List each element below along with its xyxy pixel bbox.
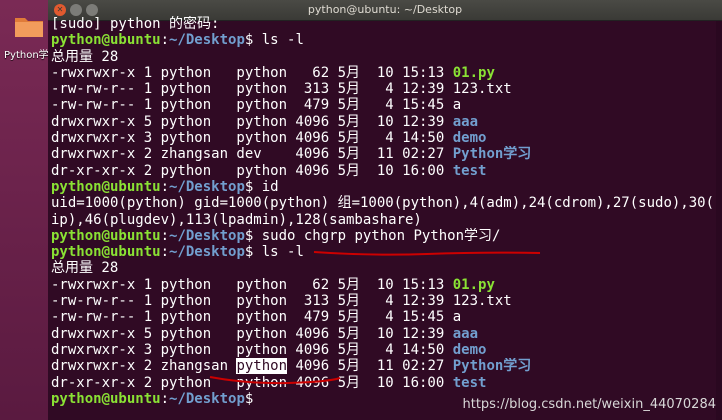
- terminal-text: aaa: [452, 113, 479, 130]
- terminal-text: python@ubuntu: [51, 178, 161, 195]
- terminal-text: 4096 5月 11 02:27: [287, 358, 453, 375]
- terminal-line: -rw-rw-r-- 1 python python 313 5月 4 12:3…: [51, 293, 722, 309]
- terminal-text: drwxrwxr-x 5 python python 4096 5月 10 12…: [51, 325, 453, 342]
- terminal-text: ~/Desktop: [169, 390, 245, 407]
- terminal-text: 总用量 28: [51, 48, 119, 65]
- terminal-text: -rw-rw-r-- 1 python python 313 5月 4 12:3…: [51, 81, 512, 98]
- folder-icon[interactable]: [14, 14, 44, 38]
- terminal-text: demo: [452, 341, 487, 358]
- terminal-text: dr-xr-xr-x 2 python python 4096 5月 10 16…: [51, 162, 453, 179]
- terminal-text: drwxrwxr-x 2 zhangsan: [51, 358, 237, 375]
- terminal-line: python@ubuntu:~/Desktop$ ls -l: [51, 32, 722, 48]
- terminal-text: $ id: [244, 178, 279, 195]
- terminal-text: :: [160, 178, 170, 195]
- terminal-text: $ ls -l: [244, 32, 304, 49]
- desktop-folder-label[interactable]: Python学习: [4, 46, 48, 61]
- window-title: python@ubuntu: ~/Desktop: [307, 3, 463, 16]
- terminal-line: -rwxrwxr-x 1 python python 62 5月 10 15:1…: [51, 277, 722, 293]
- terminal-text: 总用量 28: [51, 260, 119, 277]
- terminal-line: [sudo] python 的密码:: [51, 16, 722, 32]
- terminal-text: drwxrwxr-x 2 zhangsan dev 4096 5月 11 02:…: [51, 146, 453, 163]
- terminal-text: $ ls -l: [244, 244, 304, 261]
- terminal-text: drwxrwxr-x 5 python python 4096 5月 10 12…: [51, 113, 453, 130]
- terminal-line: python@ubuntu:~/Desktop$ id: [51, 179, 722, 195]
- terminal-text: $: [244, 390, 262, 407]
- terminal-line: dr-xr-xr-x 2 python python 4096 5月 10 16…: [51, 163, 722, 179]
- terminal-line: drwxrwxr-x 2 zhangsan dev 4096 5月 11 02:…: [51, 146, 722, 162]
- terminal-line: dr-xr-xr-x 2 python python 4096 5月 10 16…: [51, 375, 722, 391]
- terminal-text: -rw-rw-r-- 1 python python 479 5月 4 15:4…: [51, 97, 462, 114]
- terminal-text: 01.py: [452, 276, 495, 293]
- terminal-text: python: [236, 358, 288, 375]
- terminal-text: python@ubuntu: [51, 227, 161, 244]
- terminal-line: drwxrwxr-x 5 python python 4096 5月 10 12…: [51, 114, 722, 130]
- terminal-text: :: [160, 244, 170, 261]
- terminal-text: Python学习: [452, 146, 532, 163]
- annotation-underline-chgrp: [313, 251, 541, 256]
- terminal-text: -rwxrwxr-x 1 python python 62 5月 10 15:1…: [51, 64, 453, 81]
- terminal-line: ip),46(plugdev),113(lpadmin),128(sambash…: [51, 212, 722, 228]
- terminal-text: ~/Desktop: [169, 227, 245, 244]
- terminal-line: drwxrwxr-x 5 python python 4096 5月 10 12…: [51, 326, 722, 342]
- desktop-background: Python学习: [0, 0, 48, 420]
- terminal-line: -rw-rw-r-- 1 python python 479 5月 4 15:4…: [51, 97, 722, 113]
- terminal-text: ~/Desktop: [169, 178, 245, 195]
- watermark: https://blog.csdn.net/weixin_44070284: [462, 397, 716, 412]
- terminal-line: drwxrwxr-x 2 zhangsan python 4096 5月 11 …: [51, 358, 722, 375]
- terminal-text: test: [452, 374, 487, 391]
- terminal-text: -rw-rw-r-- 1 python python 479 5月 4 15:4…: [51, 309, 462, 326]
- terminal-line: drwxrwxr-x 3 python python 4096 5月 4 14:…: [51, 130, 722, 146]
- terminal-text: python@ubuntu: [51, 390, 161, 407]
- terminal-line: uid=1000(python) gid=1000(python) 组=1000…: [51, 195, 722, 211]
- terminal-text: test: [452, 162, 487, 179]
- terminal-text: uid=1000(python) gid=1000(python) 组=1000…: [51, 195, 715, 212]
- terminal-text: $ sudo chgrp python Python学习/: [244, 227, 501, 244]
- terminal-text: Python学习: [452, 358, 532, 375]
- terminal-line: -rw-rw-r-- 1 python python 313 5月 4 12:3…: [51, 81, 722, 97]
- terminal-text: ~/Desktop: [169, 32, 245, 49]
- terminal-text: ~/Desktop: [169, 244, 245, 261]
- terminal-text: -rw-rw-r-- 1 python python 313 5月 4 12:3…: [51, 293, 512, 310]
- scrollbar[interactable]: [716, 21, 722, 420]
- terminal-text: drwxrwxr-x 3 python python 4096 5月 4 14:…: [51, 130, 453, 147]
- terminal-text: -rwxrwxr-x 1 python python 62 5月 10 15:1…: [51, 276, 453, 293]
- annotation-underline-group: [209, 376, 341, 385]
- terminal-window: ✕ python@ubuntu: ~/Desktop [sudo] python…: [48, 0, 722, 420]
- terminal-text: drwxrwxr-x 3 python python 4096 5月 4 14:…: [51, 341, 453, 358]
- terminal-line: python@ubuntu:~/Desktop$ sudo chgrp pyth…: [51, 228, 722, 244]
- terminal-text: :: [160, 32, 170, 49]
- terminal-text: demo: [452, 130, 487, 147]
- terminal-text: python@ubuntu: [51, 32, 161, 49]
- terminal-text: 01.py: [452, 64, 495, 81]
- terminal-line: 总用量 28: [51, 49, 722, 65]
- terminal-line: -rwxrwxr-x 1 python python 62 5月 10 15:1…: [51, 65, 722, 81]
- terminal-line: drwxrwxr-x 3 python python 4096 5月 4 14:…: [51, 342, 722, 358]
- terminal-text: [sudo] python 的密码:: [51, 16, 220, 32]
- terminal-line: 总用量 28: [51, 260, 722, 276]
- terminal-text: :: [160, 227, 170, 244]
- terminal-line: -rw-rw-r-- 1 python python 479 5月 4 15:4…: [51, 309, 722, 325]
- terminal-output[interactable]: [sudo] python 的密码: python@ubuntu:~/Deskto…: [51, 16, 722, 407]
- terminal-text: aaa: [452, 325, 479, 342]
- terminal-text: ip),46(plugdev),113(lpadmin),128(sambash…: [51, 211, 422, 228]
- terminal-text: python@ubuntu: [51, 244, 161, 261]
- terminal-text: :: [160, 390, 170, 407]
